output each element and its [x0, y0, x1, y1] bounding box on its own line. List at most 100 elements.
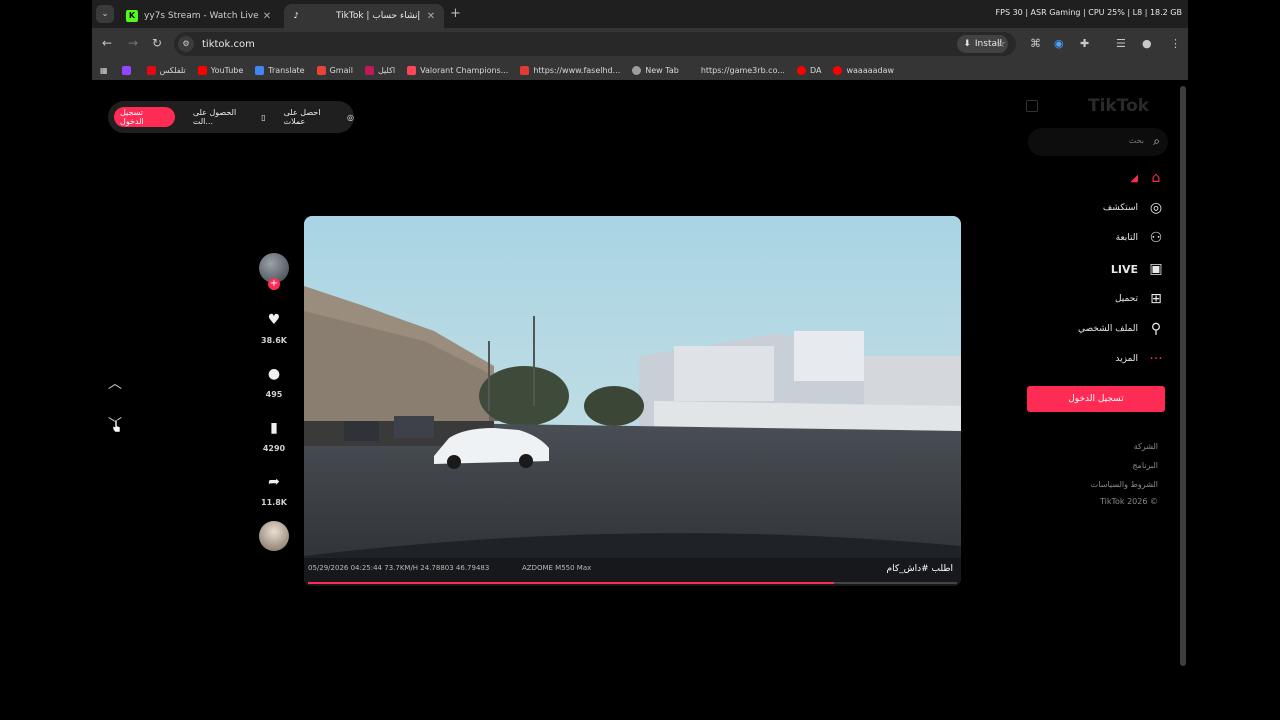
follow-user-icon: ⚇ — [1149, 230, 1163, 246]
bookmark-item[interactable]: https://www.faselhd... — [520, 65, 621, 75]
dashcam-model: AZDOME M550 Max — [522, 564, 592, 572]
bookmark-item[interactable]: Translate — [255, 65, 305, 75]
sidebar-item-more[interactable]: المزيد ··· — [1022, 348, 1164, 370]
home-underline-icon: ◢ — [1130, 172, 1138, 184]
phone-icon: ▯ — [261, 112, 266, 122]
sidebar-item-label: تحميل — [1114, 294, 1138, 304]
get-app-button[interactable]: الحصول على الت... ▯ — [193, 108, 266, 126]
more-icon: ··· — [1149, 351, 1163, 367]
share-button[interactable]: ➦ 11.8K — [256, 474, 292, 507]
save-button[interactable]: ▮ 4290 — [256, 420, 292, 453]
close-icon[interactable]: ✕ — [260, 11, 274, 22]
bookmark-item[interactable]: تلفلكس — [146, 65, 186, 75]
tiktok-logo[interactable]: TikTok — [1088, 96, 1149, 116]
footer-link-company[interactable]: الشركة — [1134, 442, 1158, 451]
get-coins-button[interactable]: احصل على عملات ◎ — [284, 108, 354, 126]
tab-title: TikTok | إنشاء حساب — [335, 11, 420, 21]
close-icon[interactable]: ✕ — [424, 11, 438, 22]
bookmark-item[interactable] — [121, 65, 135, 75]
bookmark-item[interactable]: New Tab — [632, 65, 679, 75]
sidebar-login-button[interactable]: تسجيل الدخول — [1027, 386, 1165, 412]
share-count: 11.8K — [261, 498, 287, 507]
hand-cursor-icon — [112, 419, 121, 433]
sidebar-item-following[interactable]: التابعة ⚇ — [1022, 227, 1164, 249]
sound-avatar[interactable] — [259, 521, 289, 551]
new-tab-button[interactable]: + — [450, 6, 461, 21]
search-input[interactable]: بحث ⌕ — [1028, 128, 1168, 156]
previous-video-button[interactable]: ︿ — [108, 373, 122, 393]
bookmark-item[interactable]: DA — [796, 65, 821, 75]
profile-avatar-icon[interactable]: ● — [1142, 37, 1152, 50]
kick-icon: K — [126, 10, 138, 22]
tab-search-button[interactable]: ⌄ — [96, 5, 114, 23]
footer-link-program[interactable]: البرنامج — [1132, 461, 1158, 470]
page-scrollbar[interactable] — [1180, 86, 1186, 666]
follow-plus-icon[interactable]: + — [268, 278, 280, 290]
top-actions-pill: تسجيل الدخول الحصول على الت... ▯ احصل على… — [108, 101, 354, 133]
kebab-menu-icon[interactable]: ⋮ — [1170, 37, 1181, 50]
dashcam-video-frame — [304, 216, 961, 586]
youtube-icon — [833, 65, 843, 75]
comment-button[interactable]: ● 495 — [256, 366, 292, 399]
youtube-icon — [197, 65, 207, 75]
browser-window: ⌄ K yy7s Stream - Watch Live on Ki ✕ ♪ T… — [92, 0, 1188, 720]
bookmark-label: YouTube — [210, 65, 244, 75]
bookmark-item[interactable]: https://game3rb.co... — [701, 66, 785, 75]
sidebar-item-upload[interactable]: تحميل ⊞ — [1022, 288, 1164, 310]
translate-icon — [255, 65, 265, 75]
gmail-icon — [316, 65, 326, 75]
dashcam-timestamp: 05/29/2026 04:25:44 73.7KM/H 24.78803 46… — [308, 564, 490, 572]
reading-list-icon[interactable]: ☰ — [1116, 37, 1126, 50]
bookmark-item[interactable]: اكليل — [364, 65, 395, 75]
reload-icon[interactable]: ↻ — [152, 36, 162, 50]
sidebar-item-label: استكشف — [1102, 203, 1138, 213]
bookmark-favicon — [146, 65, 156, 75]
extension-icon-2[interactable]: ◉ — [1054, 37, 1064, 50]
tab-kick-stream[interactable]: K yy7s Stream - Watch Live on Ki ✕ — [120, 4, 280, 28]
extension-icon-1[interactable]: ⌘ — [1030, 37, 1041, 50]
bookmark-label: تلفلكس — [159, 65, 186, 75]
sidebar-item-profile[interactable]: الملف الشخصي ⚲ — [1022, 318, 1164, 340]
video-progress-bar[interactable] — [308, 582, 957, 584]
sidebar-item-home[interactable]: ◢ ⌂ — [1022, 167, 1164, 189]
bookmark-item[interactable]: YouTube — [197, 65, 244, 75]
upload-icon: ⊞ — [1150, 291, 1162, 307]
top-login-button[interactable]: تسجيل الدخول — [114, 107, 175, 127]
video-player[interactable]: 05/29/2026 04:25:44 73.7KM/H 24.78803 46… — [304, 216, 961, 586]
sidebar-item-label: LIVE — [1110, 262, 1138, 276]
url-text: tiktok.com — [202, 38, 255, 50]
sidebar-item-live[interactable]: LIVE ▣ — [1022, 258, 1164, 280]
tab-strip: ⌄ K yy7s Stream - Watch Live on Ki ✕ ♪ T… — [92, 0, 1188, 28]
apps-grid-icon[interactable]: ▦ — [100, 66, 108, 75]
bookmark-item[interactable]: Gmail — [316, 65, 353, 75]
bookmark-star-icon[interactable]: ☆ — [996, 37, 1006, 50]
comment-count: 495 — [265, 390, 283, 399]
sidebar-item-explore[interactable]: استكشف ◎ — [1022, 197, 1164, 219]
video-progress-fill — [308, 582, 834, 584]
profile-icon: ⚲ — [1150, 321, 1162, 337]
bookmark-item[interactable]: waaaaadaw — [833, 65, 894, 75]
bookmark-favicon — [364, 65, 374, 75]
tiktok-page: تسجيل الدخول الحصول على الت... ▯ احصل على… — [92, 80, 1188, 720]
address-bar[interactable]: ⚙ tiktok.com ⬇ Install — [174, 32, 1016, 56]
site-info-icon[interactable]: ⚙ — [178, 36, 194, 52]
back-icon[interactable]: ← — [102, 36, 112, 50]
tab-tiktok[interactable]: ♪ TikTok | إنشاء حساب ✕ — [284, 4, 444, 28]
bookmark-label: https://www.faselhd... — [533, 65, 621, 75]
get-app-label: الحصول على الت... — [192, 108, 237, 126]
browser-toolbar: ← → ↻ ⚙ tiktok.com ⬇ Install ☆ ⌘ ◉ ✚ ☰ ● … — [92, 28, 1188, 60]
video-caption[interactable]: اطلب #داش_كام — [887, 564, 953, 574]
share-arrow-icon: ➦ — [268, 474, 280, 490]
extensions-puzzle-icon[interactable]: ✚ — [1080, 37, 1089, 50]
collapse-sidebar-icon[interactable] — [1026, 100, 1038, 112]
like-button[interactable]: ♥ 38.6K — [256, 312, 292, 345]
performance-overlay: FPS 30 | ASR Gaming | CPU 25% | L8 | 18.… — [995, 8, 1182, 17]
bookmark-label: New Tab — [645, 65, 679, 75]
bookmark-item[interactable]: Valorant Champions... — [407, 65, 508, 75]
tiktok-icon: ♪ — [293, 11, 299, 20]
youtube-icon — [796, 65, 806, 75]
footer-link-terms[interactable]: الشروط والسياسات — [1091, 480, 1158, 489]
bookmark-label: Gmail — [329, 65, 353, 75]
globe-icon — [632, 65, 642, 75]
forward-icon[interactable]: → — [128, 36, 138, 50]
